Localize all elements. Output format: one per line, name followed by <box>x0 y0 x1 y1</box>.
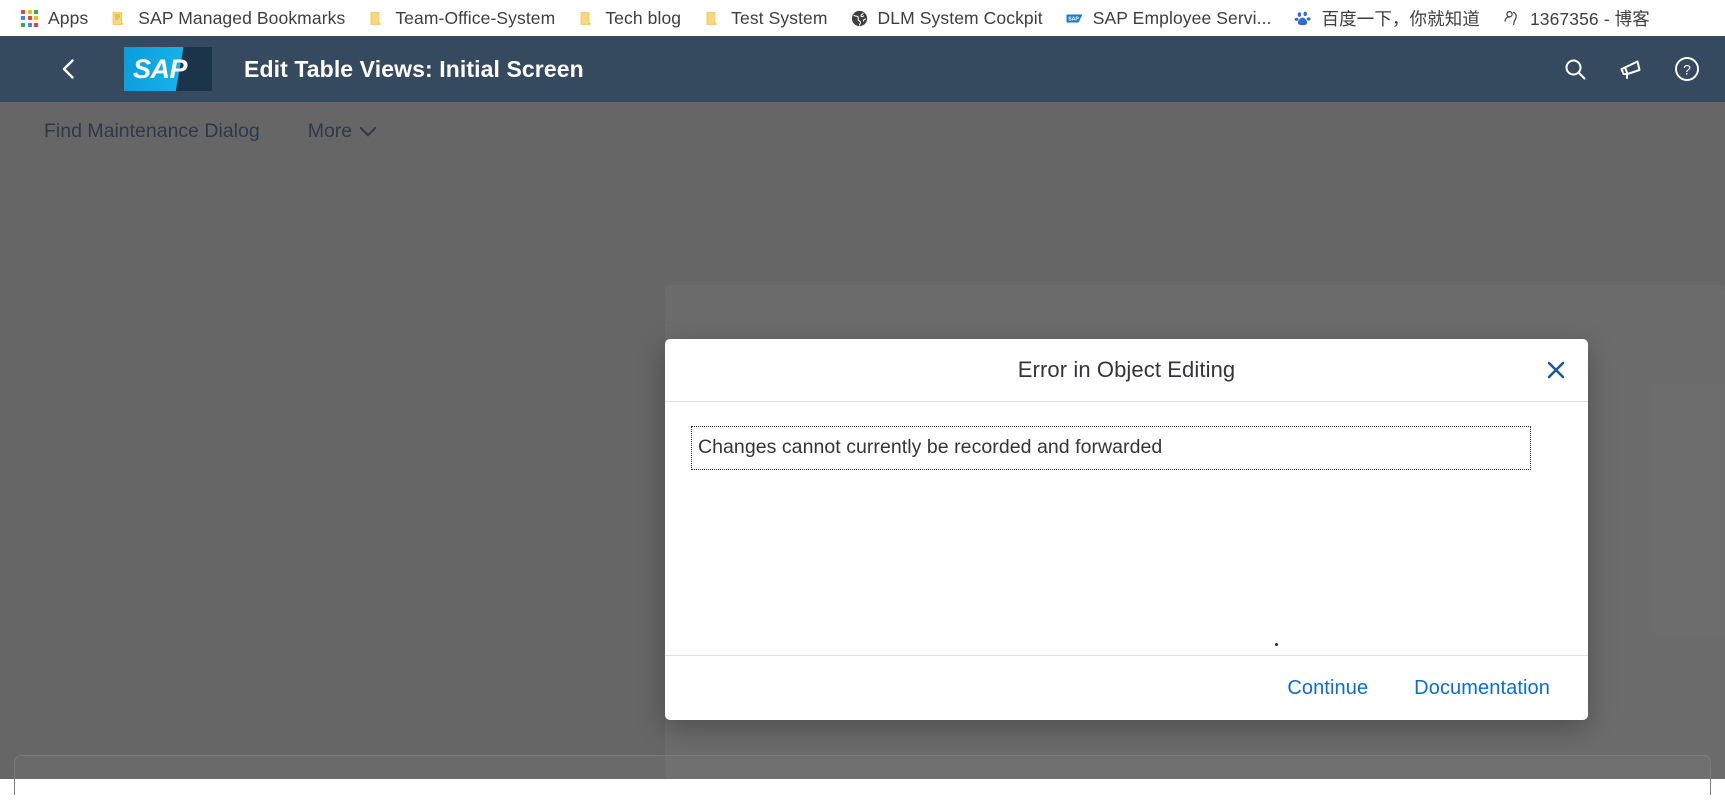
dialog-close-button[interactable] <box>1534 348 1578 392</box>
back-button[interactable] <box>46 46 92 92</box>
close-icon <box>1547 361 1565 379</box>
sap-icon: SAP <box>1065 9 1084 28</box>
page-toolbar: Find Maintenance Dialog More <box>0 102 1725 160</box>
bookmark-label: SAP Employee Servi... <box>1092 7 1272 28</box>
bookmark-label: DLM System Cockpit <box>877 7 1043 28</box>
bookmark-label: Test System <box>731 7 828 28</box>
globe-icon <box>850 9 869 28</box>
error-dialog: Error in Object Editing Changes cannot c… <box>665 339 1588 720</box>
svg-text:?: ? <box>1683 62 1691 78</box>
bookmark-tech-blog[interactable]: Tech blog <box>571 3 691 33</box>
bookmark-test-system[interactable]: Test System <box>697 3 837 33</box>
find-maintenance-dialog-button[interactable]: Find Maintenance Dialog <box>44 120 260 143</box>
sap-logo-text: SAP <box>133 53 188 84</box>
dialog-header: Error in Object Editing <box>665 339 1588 402</box>
back-chevron-icon <box>62 59 74 79</box>
content-dot-marker <box>1275 643 1278 646</box>
megaphone-icon <box>1620 60 1641 79</box>
bookmark-label: 1367356 - 博客 <box>1529 8 1650 29</box>
find-maintenance-dialog-label: Find Maintenance Dialog <box>44 119 260 142</box>
apps-grid-icon <box>20 9 39 28</box>
notifications-button[interactable] <box>1603 41 1659 97</box>
person-icon <box>1502 9 1521 28</box>
dialog-footer: Continue Documentation <box>665 655 1588 720</box>
bookmark-sap-managed-bookmarks[interactable]: SAP Managed Bookmarks <box>104 3 355 33</box>
search-button[interactable] <box>1547 41 1603 97</box>
folder-icon <box>703 9 722 28</box>
help-icon: ? <box>1675 57 1699 81</box>
bookmark-team-office-system[interactable]: Team-Office-System <box>361 3 565 33</box>
dialog-message-box: Changes cannot currently be recorded and… <box>691 426 1531 470</box>
bookmark-label: Tech blog <box>605 7 682 28</box>
chevron-down-icon <box>359 119 377 137</box>
continue-button[interactable]: Continue <box>1275 671 1380 706</box>
bottom-panel <box>14 755 1711 795</box>
page-title: Edit Table Views: Initial Screen <box>244 55 584 82</box>
more-button[interactable]: More <box>307 119 377 143</box>
bookmark-label: Apps <box>48 7 89 28</box>
sap-logo[interactable]: SAP <box>124 47 212 91</box>
bookmark-apps[interactable]: Apps <box>14 3 98 33</box>
documentation-button[interactable]: Documentation <box>1402 671 1562 706</box>
dialog-message-text: Changes cannot currently be recorded and… <box>698 436 1163 458</box>
baidu-paw-icon <box>1294 9 1313 28</box>
bookmark-label: SAP Managed Bookmarks <box>138 7 346 28</box>
browser-bookmarks-bar: Apps SAP Managed Bookmarks Team-Office-S… <box>0 0 1725 36</box>
dialog-title: Error in Object Editing <box>1017 357 1236 382</box>
folder-icon <box>367 9 386 28</box>
folder-icon <box>110 9 129 28</box>
search-icon <box>1565 59 1585 79</box>
shell-actions: ? <box>1547 41 1725 97</box>
bookmark-sap-employee-services[interactable]: SAP SAP Employee Servi... <box>1059 3 1282 33</box>
help-button[interactable]: ? <box>1659 41 1715 97</box>
folder-icon <box>577 9 596 28</box>
bookmark-label: Team-Office-System <box>395 7 556 28</box>
svg-text:SAP: SAP <box>1068 16 1079 22</box>
bookmark-1367356-blog[interactable]: 1367356 - 博客 <box>1496 3 1660 33</box>
shell-header: SAP Edit Table Views: Initial Screen ? <box>0 36 1725 102</box>
more-label: More <box>307 119 353 142</box>
bookmark-label: 百度一下，你就知道 <box>1321 8 1480 29</box>
bookmark-baidu[interactable]: 百度一下，你就知道 <box>1288 3 1490 33</box>
dialog-content: Changes cannot currently be recorded and… <box>665 402 1588 655</box>
bookmark-dlm-system-cockpit[interactable]: DLM System Cockpit <box>844 3 1053 33</box>
